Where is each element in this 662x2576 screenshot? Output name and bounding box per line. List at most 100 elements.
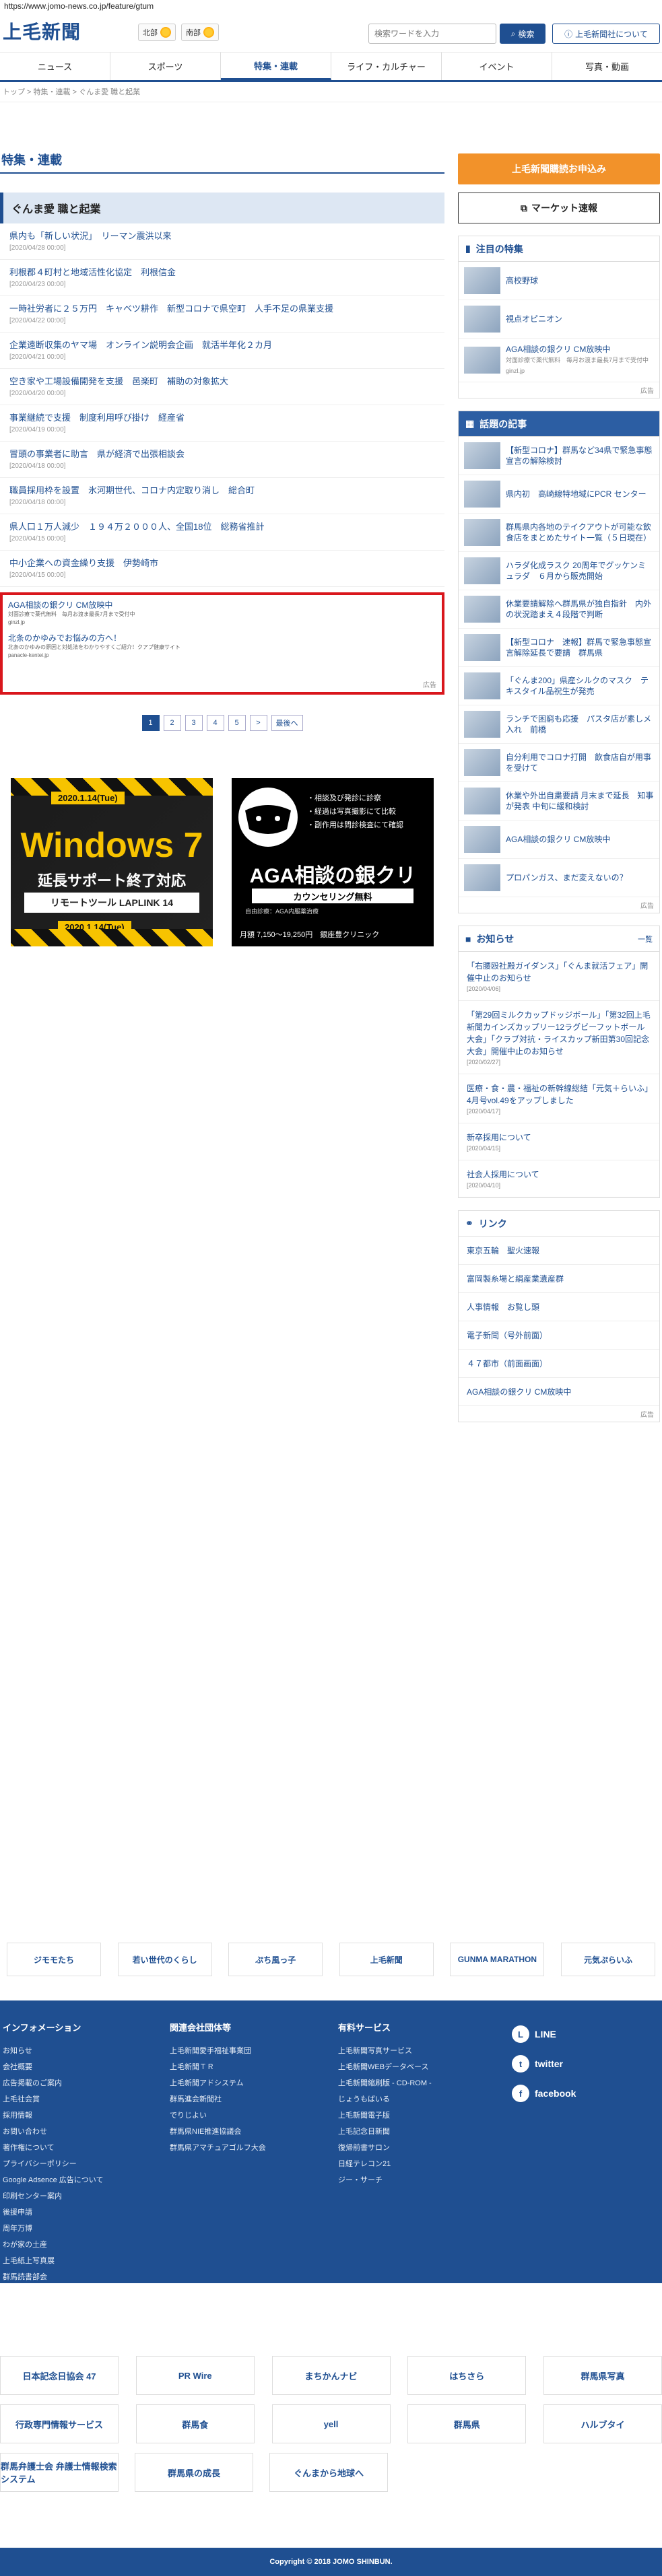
ad-headline[interactable]: 北条のかゆみでお悩みの方へ！ <box>8 632 436 643</box>
link-item[interactable]: 富岡製糸場と絹産業遺産群 <box>459 1265 659 1293</box>
partner-banner[interactable]: GUNMA MARATHON <box>450 1943 545 1976</box>
bottom-ad[interactable]: 群馬食 <box>135 2404 255 2443</box>
partner-banner[interactable]: 若い世代のくらし <box>117 1943 212 1976</box>
article-item[interactable]: 県内も「新しい状況」 リーマン震洪以来 [2020/04/28 00:00] <box>0 223 444 260</box>
partner-banner[interactable]: ジモモたち <box>7 1943 101 1976</box>
topic-item[interactable]: ランチで困窮も応援 パスタ店が素しメ入れ 前橋 <box>459 705 659 744</box>
topic-item[interactable]: 【新型コロナ】群馬など34県で緊急事態宣言の解除検討 <box>459 437 659 475</box>
topic-item[interactable]: AGA相談の銀クリ CM放映中 <box>459 821 659 859</box>
article-title[interactable]: 事業継続で支援 制度利用呼び掛け 経産省 <box>9 411 436 425</box>
article-title[interactable]: 企業遠断収集のヤマ場 オンライン説明会企画 就活半年化２カ月 <box>9 338 436 353</box>
article-title[interactable]: 職員採用枠を設置 氷河期世代、コロナ内定取り消し 総合町 <box>9 483 436 498</box>
ad-headline[interactable]: AGA相談の銀クリ CM放映中 <box>8 599 436 611</box>
thumbnail <box>464 267 500 294</box>
market-button[interactable]: ⧉ マーケット速報 <box>458 193 660 223</box>
topic-item[interactable]: 自分利用でコロナ打開 飲食店自が用事を受けて <box>459 744 659 782</box>
aga-banner[interactable]: ・相談及び発診に診察 ・経過は写真撮影にて比較 ・副作用は問診検査にて確認 AG… <box>232 778 434 946</box>
search-input[interactable] <box>368 24 496 44</box>
bottom-ad[interactable]: 日本記念日協会 47 <box>0 2356 119 2395</box>
topic-item[interactable]: 県内初 高崎線特地域にPCR センター <box>459 475 659 514</box>
bottom-ad[interactable]: 群馬県 <box>407 2404 527 2443</box>
article-item[interactable]: 事業継続で支援 制度利用呼び掛け 経産省 [2020/04/19 00:00] <box>0 405 444 442</box>
link-item[interactable]: ４７都市（前面画面） <box>459 1350 659 1378</box>
article-item[interactable]: 空き家や工場設備開発を支援 邑楽町 補助の対象拡大 [2020/04/20 00:… <box>0 369 444 405</box>
featured-title: ▮ 注目の特集 <box>459 236 659 262</box>
nav-item-event[interactable]: イベント <box>442 53 552 80</box>
inline-ad[interactable]: AGA相談の銀クリ CM放映中 対面診療で薬代無料 毎月お渡ま最長7月まで受付中… <box>0 592 444 695</box>
article-title[interactable]: 冒頭の事業者に助言 県が経済で出張相談会 <box>9 447 436 462</box>
page-2[interactable]: 2 <box>163 715 181 731</box>
bottom-ad[interactable]: yell <box>271 2404 391 2443</box>
nav-item-feature[interactable]: 特集・連載 <box>221 53 331 80</box>
bottom-ad[interactable]: まちかんナビ <box>271 2356 391 2395</box>
bottom-ad[interactable]: ぐんまから地球へ <box>269 2453 388 2492</box>
search-button[interactable]: ⌕ 検索 <box>500 24 545 44</box>
page-3[interactable]: 3 <box>185 715 203 731</box>
info-icon: ⓘ <box>564 29 573 39</box>
article-item[interactable]: 職員採用枠を設置 氷河期世代、コロナ内定取り消し 総合町 [2020/04/18 … <box>0 478 444 514</box>
bottom-ad[interactable]: 群馬県写真 <box>543 2356 662 2395</box>
link-item[interactable]: AGA相談の銀クリ CM放映中 <box>459 1378 659 1406</box>
article-title[interactable]: 空き家や工場設備開発を支援 邑楽町 補助の対象拡大 <box>9 374 436 389</box>
topic-item[interactable]: 【新型コロナ 速報】群馬で緊急事態宣言解除延長で要請 群馬県 <box>459 629 659 667</box>
breadcrumb[interactable]: トップ > 特集・連載 > ぐんま愛 職と起業 <box>0 82 662 102</box>
featured-item[interactable]: AGA相談の銀クリ CM放映中 対面診療で薬代無料 毎月お渡ま最長7月まで受付中… <box>459 339 659 382</box>
link-item[interactable]: 東京五輪 聖火速報 <box>459 1237 659 1265</box>
bottom-ad[interactable]: 行政専門情報サービス <box>0 2404 119 2443</box>
weather-south[interactable]: 南部 <box>181 24 219 41</box>
article-item[interactable]: 利根郡４町村と地域活性化協定 利根信金 [2020/04/23 00:00] <box>0 260 444 296</box>
notice-item[interactable]: 医療・食・農・福祉の新幹線総結「元気＋らいふ」4月号vol.49をアップしました… <box>459 1074 659 1123</box>
line-link[interactable]: L LINE <box>512 2019 576 2049</box>
link-item[interactable]: 人事情報 お覧し頭 <box>459 1293 659 1321</box>
page-4[interactable]: 4 <box>206 715 224 731</box>
notice-item[interactable]: 新卒採用について [2020/04/15] <box>459 1123 659 1160</box>
topic-item[interactable]: 「ぐんま200」県産シルクのマスク テキスタイル品祝生が発売 <box>459 667 659 705</box>
article-item[interactable]: 県人口１万人減少 １９４万２０００人、全国18位 総務省推計 [2020/04/1… <box>0 514 444 551</box>
partner-banner[interactable]: 上毛新聞 <box>339 1943 434 1976</box>
nav-item-news[interactable]: ニュース <box>0 53 110 80</box>
topic-item[interactable]: ハラダ化成ラスク 20周年でグッケンミュラダ ６月から販売開始 <box>459 552 659 590</box>
article-title[interactable]: 県内も「新しい状況」 リーマン震洪以来 <box>9 229 436 244</box>
notice-item[interactable]: 「右腰殴社殿ガイダンス」「ぐんま就活フェア」開催中止のお知らせ [2020/04/… <box>459 952 659 1001</box>
notice-item[interactable]: 「第29回ミルクカップドッジボール」「第32回上毛新聞カインズカップリー12ラグ… <box>459 1001 659 1074</box>
topic-item[interactable]: 休業や外出自粛要請 月末まで延長 知事が発表 中旬に緩和検討 <box>459 782 659 821</box>
topic-item[interactable]: 群馬県内各地のテイクアウトが可能な飲食店をまとめたサイト一覧（５日現在） <box>459 514 659 552</box>
nav-item-sports[interactable]: スポーツ <box>110 53 221 80</box>
page-1[interactable]: 1 <box>141 715 160 731</box>
bottom-ad[interactable]: 群馬県の成長 <box>135 2453 253 2492</box>
featured-item[interactable]: 視点オピニオン <box>459 300 659 339</box>
link-item[interactable]: 電子新聞（号外前面） <box>459 1321 659 1350</box>
subscribe-button[interactable]: 上毛新聞購読お申込み <box>458 153 660 184</box>
article-title[interactable]: 利根郡４町村と地域活性化協定 利根信金 <box>9 265 436 280</box>
article-item[interactable]: 冒頭の事業者に助言 県が経済で出張相談会 [2020/04/18 00:00] <box>0 442 444 478</box>
article-title[interactable]: 中小企業への資金繰り支援 伊勢崎市 <box>9 556 436 571</box>
notice-item[interactable]: 社会人採用について [2020/04/10] <box>459 1160 659 1197</box>
twitter-link[interactable]: t twitter <box>512 2049 576 2079</box>
weather-north[interactable]: 北部 <box>138 24 176 41</box>
article-item[interactable]: 中小企業への資金繰り支援 伊勢崎市 [2020/04/15 00:00] <box>0 551 444 587</box>
featured-item[interactable]: 高校野球 <box>459 262 659 300</box>
partner-banner[interactable]: 元気ぷらいふ <box>560 1943 655 1976</box>
windows7-banner[interactable]: 2020.1.14(Tue) Windows 7 延長サポート終了対応 リモート… <box>11 778 213 946</box>
article-title[interactable]: 一時社労者に２５万円 キャベツ耕作 新型コロナで県空町 人手不足の県業支援 <box>9 302 436 316</box>
page-5[interactable]: 5 <box>228 715 246 731</box>
next-page-button[interactable]: > <box>249 715 267 731</box>
site-logo[interactable]: 上毛新聞 <box>3 18 81 44</box>
bottom-ad[interactable]: ハルブタイ <box>543 2404 662 2443</box>
partner-banner[interactable]: ぷち風っ子 <box>228 1943 323 1976</box>
bottom-ad[interactable]: 群馬弁護士会 弁護士情報検索システム <box>0 2453 119 2492</box>
article-title[interactable]: 県人口１万人減少 １９４万２０００人、全国18位 総務省推計 <box>9 520 436 534</box>
facebook-link[interactable]: f facebook <box>512 2079 576 2108</box>
ad-row: 群馬弁護士会 弁護士情報検索システム 群馬県の成長 ぐんまから地球へ <box>0 2453 662 2492</box>
article-item[interactable]: 企業遠断収集のヤマ場 オンライン説明会企画 就活半年化２カ月 [2020/04/2… <box>0 333 444 369</box>
nav-item-photo[interactable]: 写真・動画 <box>552 53 662 80</box>
topic-item[interactable]: プロパンガス、まだ変えないの？ <box>459 859 659 897</box>
about-button[interactable]: ⓘ 上毛新聞社について <box>552 24 660 44</box>
bottom-ad[interactable]: はちさら <box>407 2356 527 2395</box>
nav-item-life[interactable]: ライフ・カルチャー <box>331 53 442 80</box>
last-page-button[interactable]: 最後へ <box>271 715 303 731</box>
notice-more-link[interactable]: 一覧 <box>638 934 653 944</box>
bottom-ad[interactable]: PR Wire <box>135 2356 255 2395</box>
topic-item[interactable]: 休業要請解除へ群馬県が独自指針 内外の状況踏まえ４段階で判断 <box>459 590 659 629</box>
article-item[interactable]: 一時社労者に２５万円 キャベツ耕作 新型コロナで県空町 人手不足の県業支援 [20… <box>0 296 444 333</box>
